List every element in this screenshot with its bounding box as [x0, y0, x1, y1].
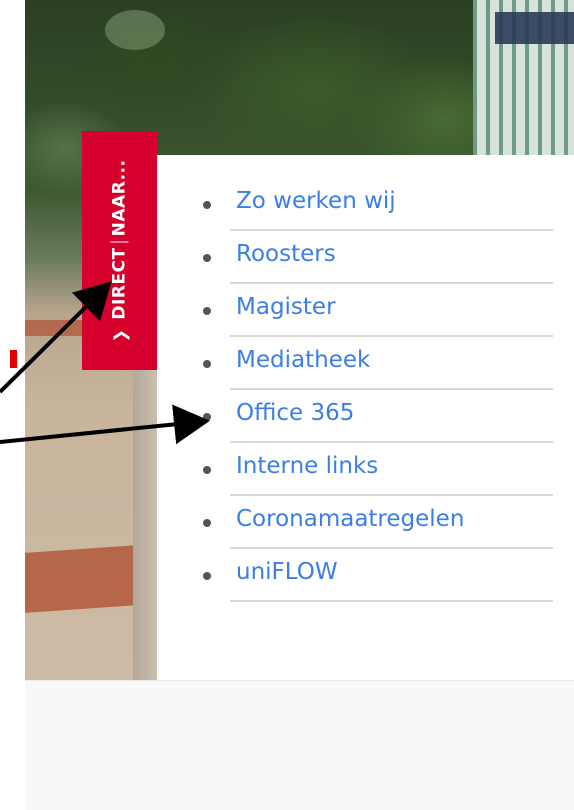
tab-label-naar: NAAR...: [109, 159, 130, 236]
divider: [230, 388, 553, 390]
link-roosters[interactable]: Roosters: [236, 241, 336, 267]
menu-item: Interne links: [197, 450, 553, 503]
fence-sign: [495, 12, 574, 44]
menu-item: Office 365: [197, 397, 553, 450]
foliage-highlight: [105, 10, 165, 50]
red-annotation-mark: [10, 350, 17, 368]
curb: [25, 320, 85, 336]
link-magister[interactable]: Magister: [236, 294, 336, 320]
link-coronamaatregelen[interactable]: Coronamaatregelen: [236, 506, 464, 532]
menu-item: uniFLOW: [197, 556, 553, 609]
bullet-icon: [203, 466, 211, 474]
divider: [230, 335, 553, 337]
divider: [230, 229, 553, 231]
bullet-icon: [203, 254, 211, 262]
menu-item: Coronamaatregelen: [197, 503, 553, 556]
bullet-icon: [203, 413, 211, 421]
menu-item: Zo werken wij: [197, 185, 553, 238]
quick-links-menu: Zo werken wij Roosters Magister Mediathe…: [197, 185, 553, 609]
footer-area: [25, 680, 574, 810]
link-zo-werken-wij[interactable]: Zo werken wij: [236, 188, 396, 214]
divider: [230, 494, 553, 496]
direct-naar-label: ❯ DIRECT NAAR...: [110, 159, 130, 342]
left-margin: [0, 0, 25, 809]
menu-item: Magister: [197, 291, 553, 344]
bullet-icon: [203, 307, 211, 315]
tab-label-separator: [110, 240, 129, 242]
menu-item: Mediatheek: [197, 344, 553, 397]
direct-naar-panel: Zo werken wij Roosters Magister Mediathe…: [157, 155, 574, 680]
direct-naar-tab[interactable]: ❯ DIRECT NAAR...: [82, 131, 157, 370]
chevron-up-icon: ❯: [110, 328, 130, 342]
bullet-icon: [203, 519, 211, 527]
link-uniflow[interactable]: uniFLOW: [236, 559, 338, 585]
bullet-icon: [203, 360, 211, 368]
divider: [230, 547, 553, 549]
divider: [230, 282, 553, 284]
menu-item: Roosters: [197, 238, 553, 291]
link-mediatheek[interactable]: Mediatheek: [236, 347, 370, 373]
link-interne-links[interactable]: Interne links: [236, 453, 378, 479]
link-office-365[interactable]: Office 365: [236, 400, 354, 426]
divider: [230, 600, 553, 602]
divider: [230, 441, 553, 443]
tab-label-direct: DIRECT: [109, 246, 130, 320]
bullet-icon: [203, 572, 211, 580]
bullet-icon: [203, 201, 211, 209]
